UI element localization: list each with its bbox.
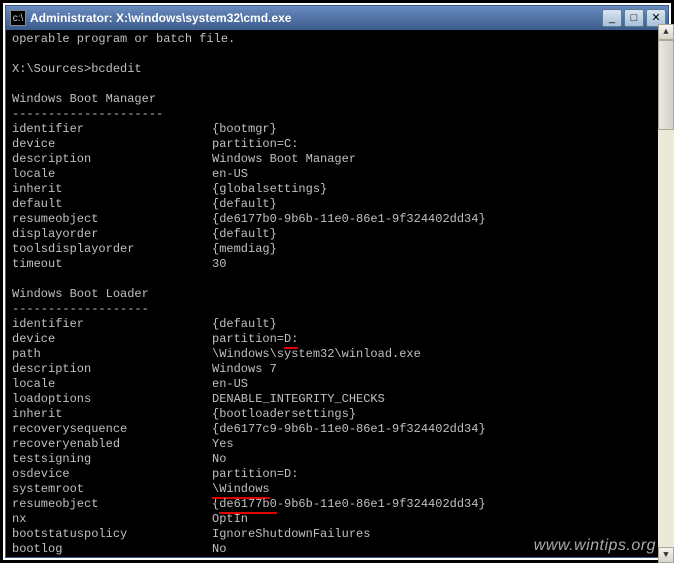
kv-row: recoveryenabledYes [12, 437, 662, 452]
section-divider: ------------------- [12, 302, 662, 317]
kv-row: loadoptionsDENABLE_INTEGRITY_CHECKS [12, 392, 662, 407]
kv-row: nxOptIn [12, 512, 662, 527]
titlebar[interactable]: c:\ Administrator: X:\windows\system32\c… [6, 6, 668, 30]
kv-row: localeen-US [12, 377, 662, 392]
prompt-line: X:\Sources>bcdedit [12, 62, 662, 77]
maximize-button[interactable]: □ [624, 9, 644, 27]
cmd-icon: c:\ [10, 10, 26, 26]
kv-row: bootstatuspolicyIgnoreShutdownFailures [12, 527, 662, 542]
kv-row: default{default} [12, 197, 662, 212]
kv-row: inherit{globalsettings} [12, 182, 662, 197]
kv-row: descriptionWindows 7 [12, 362, 662, 377]
kv-row: displayorder{default} [12, 227, 662, 242]
scroll-down-button[interactable]: ▼ [658, 547, 674, 563]
kv-row: recoverysequence{de6177c9-9b6b-11e0-86e1… [12, 422, 662, 437]
section-divider: --------------------- [12, 107, 662, 122]
kv-row: identifier{bootmgr} [12, 122, 662, 137]
kv-row: toolsdisplayorder{memdiag} [12, 242, 662, 257]
terminal-output[interactable]: operable program or batch file. X:\Sourc… [6, 30, 668, 557]
kv-row: devicepartition=D: [12, 332, 662, 347]
kv-row: descriptionWindows Boot Manager [12, 152, 662, 167]
kv-row: devicepartition=C: [12, 137, 662, 152]
cmd-window: c:\ Administrator: X:\windows\system32\c… [5, 5, 669, 558]
highlight: de6177b0 [219, 497, 277, 512]
highlight: D: [284, 332, 298, 347]
kv-row: testsigningNo [12, 452, 662, 467]
window-title: Administrator: X:\windows\system32\cmd.e… [30, 11, 602, 25]
scroll-thumb[interactable] [658, 40, 674, 130]
kv-row: resumeobject{de6177b0-9b6b-11e0-86e1-9f3… [12, 497, 662, 512]
section-heading: Windows Boot Manager [12, 92, 662, 107]
kv-row: localeen-US [12, 167, 662, 182]
kv-row: systemroot\Windows [12, 482, 662, 497]
section-heading: Windows Boot Loader [12, 287, 662, 302]
kv-row: identifier{default} [12, 317, 662, 332]
kv-row: inherit{bootloadersettings} [12, 407, 662, 422]
highlight: \Windows [212, 482, 270, 497]
kv-row: bootlogNo [12, 542, 662, 557]
kv-row: path\Windows\system32\winload.exe [12, 347, 662, 362]
kv-row: osdevicepartition=D: [12, 467, 662, 482]
kv-row: resumeobject{de6177b0-9b6b-11e0-86e1-9f3… [12, 212, 662, 227]
output-line: operable program or batch file. [12, 32, 662, 47]
scroll-track[interactable] [658, 40, 674, 547]
vertical-scrollbar[interactable]: ▲ ▼ [658, 24, 674, 563]
minimize-button[interactable]: _ [602, 9, 622, 27]
scroll-up-button[interactable]: ▲ [658, 24, 674, 40]
kv-row: timeout30 [12, 257, 662, 272]
